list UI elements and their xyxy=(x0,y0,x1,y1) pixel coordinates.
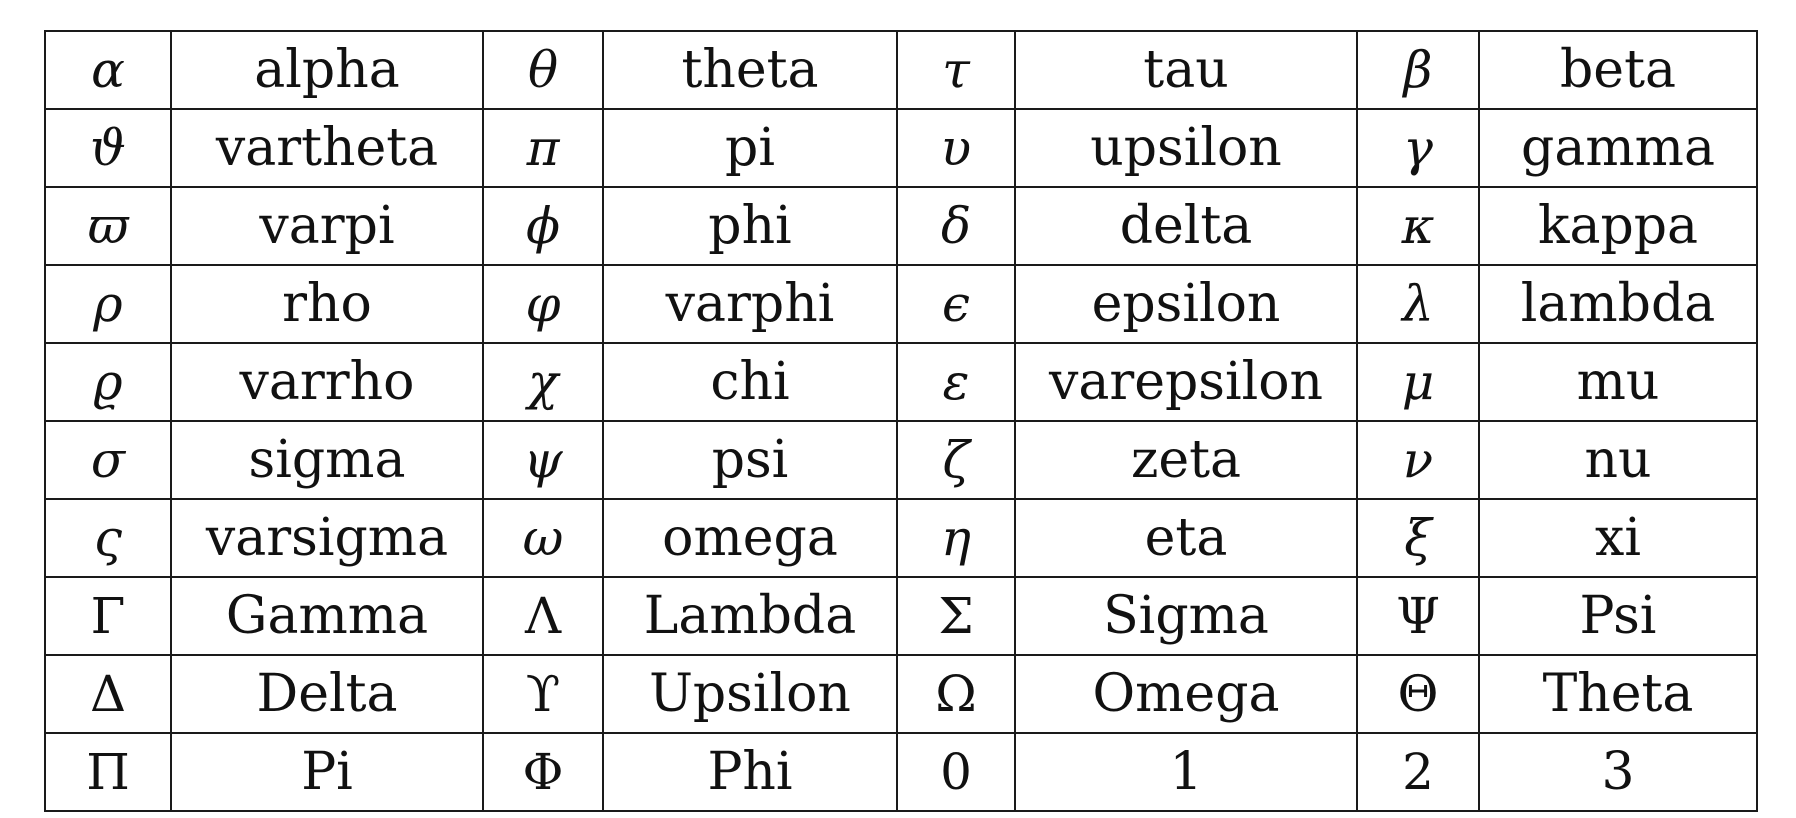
greek-symbol-cell: τ xyxy=(896,30,1016,110)
greek-symbol-cell: α xyxy=(44,30,172,110)
greek-symbol-cell: Δ xyxy=(44,654,172,734)
greek-name-cell: zeta xyxy=(1014,420,1358,500)
table-row: ϖ varpi ϕ phi δ delta κ kappa xyxy=(44,186,1758,266)
greek-name-cell: Lambda xyxy=(602,576,898,656)
table-row: σ sigma ψ psi ζ zeta ν nu xyxy=(44,420,1758,500)
greek-symbol-cell: π xyxy=(482,108,604,188)
greek-symbol-cell: Λ xyxy=(482,576,604,656)
greek-name-cell: tau xyxy=(1014,30,1358,110)
greek-symbol-cell: ε xyxy=(896,342,1016,422)
greek-symbol-cell: χ xyxy=(482,342,604,422)
greek-symbol-cell: Θ xyxy=(1356,654,1480,734)
greek-name-cell: delta xyxy=(1014,186,1358,266)
greek-symbol-cell: ς xyxy=(44,498,172,578)
greek-name-cell: Upsilon xyxy=(602,654,898,734)
table-row: ρ rho φ varphi ϵ epsilon λ lambda xyxy=(44,264,1758,344)
greek-symbol-cell: δ xyxy=(896,186,1016,266)
greek-name-cell: varphi xyxy=(602,264,898,344)
greek-name-cell: Omega xyxy=(1014,654,1358,734)
digit-cell: 0 xyxy=(896,732,1016,812)
greek-name-cell: Phi xyxy=(602,732,898,812)
greek-name-cell: Pi xyxy=(170,732,484,812)
greek-name-cell: vartheta xyxy=(170,108,484,188)
greek-name-cell: sigma xyxy=(170,420,484,500)
greek-name-cell: upsilon xyxy=(1014,108,1358,188)
greek-name-cell: Theta xyxy=(1478,654,1758,734)
greek-name-cell: Delta xyxy=(170,654,484,734)
greek-symbol-cell: ω xyxy=(482,498,604,578)
greek-symbol-cell: ϖ xyxy=(44,186,172,266)
greek-symbol-cell: ϑ xyxy=(44,108,172,188)
greek-symbol-cell: θ xyxy=(482,30,604,110)
greek-name-cell: rho xyxy=(170,264,484,344)
table-row: Γ Gamma Λ Lambda Σ Sigma Ψ Psi xyxy=(44,576,1758,656)
greek-name-cell: eta xyxy=(1014,498,1358,578)
greek-symbol-cell: Ω xyxy=(896,654,1016,734)
greek-symbol-cell: κ xyxy=(1356,186,1480,266)
greek-name-cell: phi xyxy=(602,186,898,266)
greek-symbol-cell: Φ xyxy=(482,732,604,812)
greek-name-cell: varsigma xyxy=(170,498,484,578)
greek-letters-table: α alpha θ theta τ tau β beta ϑ vartheta … xyxy=(44,30,1758,812)
greek-name-cell: theta xyxy=(602,30,898,110)
greek-symbol-cell: υ xyxy=(896,108,1016,188)
greek-name-cell: xi xyxy=(1478,498,1758,578)
greek-symbol-cell: μ xyxy=(1356,342,1480,422)
greek-name-cell: alpha xyxy=(170,30,484,110)
greek-name-cell: kappa xyxy=(1478,186,1758,266)
table-body: α alpha θ theta τ tau β beta ϑ vartheta … xyxy=(44,30,1758,812)
greek-symbol-cell: ϕ xyxy=(482,186,604,266)
greek-name-cell: varrho xyxy=(170,342,484,422)
greek-symbol-cell: β xyxy=(1356,30,1480,110)
greek-symbol-cell: ν xyxy=(1356,420,1480,500)
greek-name-cell: Gamma xyxy=(170,576,484,656)
greek-symbol-cell: ξ xyxy=(1356,498,1480,578)
greek-name-cell: mu xyxy=(1478,342,1758,422)
table-row: ς varsigma ω omega η eta ξ xi xyxy=(44,498,1758,578)
greek-name-cell: psi xyxy=(602,420,898,500)
greek-symbol-cell: Γ xyxy=(44,576,172,656)
greek-name-cell: epsilon xyxy=(1014,264,1358,344)
greek-name-cell: chi xyxy=(602,342,898,422)
greek-symbol-cell: Σ xyxy=(896,576,1016,656)
greek-name-cell: pi xyxy=(602,108,898,188)
greek-symbol-cell: ζ xyxy=(896,420,1016,500)
table-row: ϱ varrho χ chi ε varepsilon μ mu xyxy=(44,342,1758,422)
greek-symbol-cell: Π xyxy=(44,732,172,812)
greek-symbol-cell: γ xyxy=(1356,108,1480,188)
greek-name-cell: varepsilon xyxy=(1014,342,1358,422)
greek-name-cell: Sigma xyxy=(1014,576,1358,656)
table-row: Π Pi Φ Phi 0 1 2 3 xyxy=(44,732,1758,812)
greek-symbol-cell: ϱ xyxy=(44,342,172,422)
digit-cell: 2 xyxy=(1356,732,1480,812)
greek-name-cell: Psi xyxy=(1478,576,1758,656)
greek-symbol-cell: ϒ xyxy=(482,654,604,734)
greek-name-cell: lambda xyxy=(1478,264,1758,344)
table-row: ϑ vartheta π pi υ upsilon γ gamma xyxy=(44,108,1758,188)
greek-symbol-cell: λ xyxy=(1356,264,1480,344)
greek-name-cell: beta xyxy=(1478,30,1758,110)
greek-name-cell: varpi xyxy=(170,186,484,266)
greek-symbol-cell: ϵ xyxy=(896,264,1016,344)
greek-symbol-cell: φ xyxy=(482,264,604,344)
digit-cell: 3 xyxy=(1478,732,1758,812)
greek-symbol-cell: η xyxy=(896,498,1016,578)
greek-name-cell: gamma xyxy=(1478,108,1758,188)
greek-symbol-cell: ψ xyxy=(482,420,604,500)
table-row: Δ Delta ϒ Upsilon Ω Omega Θ Theta xyxy=(44,654,1758,734)
greek-symbol-cell: ρ xyxy=(44,264,172,344)
digit-cell: 1 xyxy=(1014,732,1358,812)
table-row: α alpha θ theta τ tau β beta xyxy=(44,30,1758,110)
greek-symbol-cell: σ xyxy=(44,420,172,500)
greek-name-cell: omega xyxy=(602,498,898,578)
greek-symbol-cell: Ψ xyxy=(1356,576,1480,656)
greek-name-cell: nu xyxy=(1478,420,1758,500)
